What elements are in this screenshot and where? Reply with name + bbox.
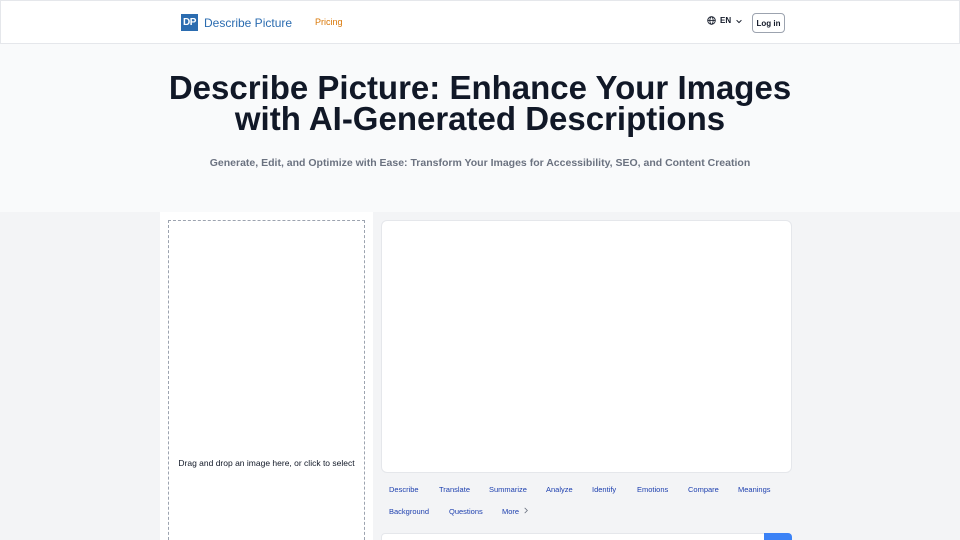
logo-mark: DP (181, 14, 198, 31)
page-title-line-2: with AI-Generated Descriptions (234, 100, 726, 137)
language-label: EN (720, 16, 732, 25)
brand-name: Describe Picture (204, 15, 293, 30)
chevron-down-icon (735, 17, 743, 25)
action-meanings[interactable]: Meanings (738, 485, 771, 494)
action-describe[interactable]: Describe (389, 485, 419, 494)
action-questions[interactable]: Questions (449, 507, 483, 516)
description-output[interactable] (381, 220, 792, 473)
action-summarize[interactable]: Summarize (489, 485, 527, 494)
page-subtitle: Generate, Edit, and Optimize with Ease: … (209, 157, 751, 169)
action-analyze[interactable]: Analyze (546, 485, 573, 494)
action-emotions[interactable]: Emotions (637, 485, 668, 494)
chevron-right-icon (523, 507, 529, 516)
prompt-input[interactable] (381, 533, 766, 540)
navbar: DP Describe Picture Pricing EN Log in (0, 0, 960, 44)
hero-section: Describe Picture: Enhance Your Images wi… (0, 44, 960, 212)
nav-pricing-link[interactable]: Pricing (315, 17, 343, 27)
page-title: Describe Picture: Enhance Your Images wi… (0, 71, 960, 137)
image-dropzone[interactable]: Drag and drop an image here, or click to… (168, 220, 365, 540)
action-translate[interactable]: Translate (439, 485, 470, 494)
dropzone-prompt: Drag and drop an image here, or click to… (178, 458, 355, 468)
submit-button[interactable] (764, 533, 792, 540)
login-button[interactable]: Log in (752, 13, 785, 33)
globe-icon (707, 16, 716, 25)
upload-panel: Drag and drop an image here, or click to… (160, 212, 373, 540)
action-more-label: More (502, 507, 520, 516)
logo-link[interactable]: DP Describe Picture (181, 14, 292, 31)
action-compare[interactable]: Compare (688, 485, 719, 494)
action-background[interactable]: Background (389, 507, 429, 516)
language-selector[interactable]: EN (707, 16, 743, 25)
action-more[interactable]: More (502, 507, 529, 516)
action-identify[interactable]: Identify (592, 485, 616, 494)
